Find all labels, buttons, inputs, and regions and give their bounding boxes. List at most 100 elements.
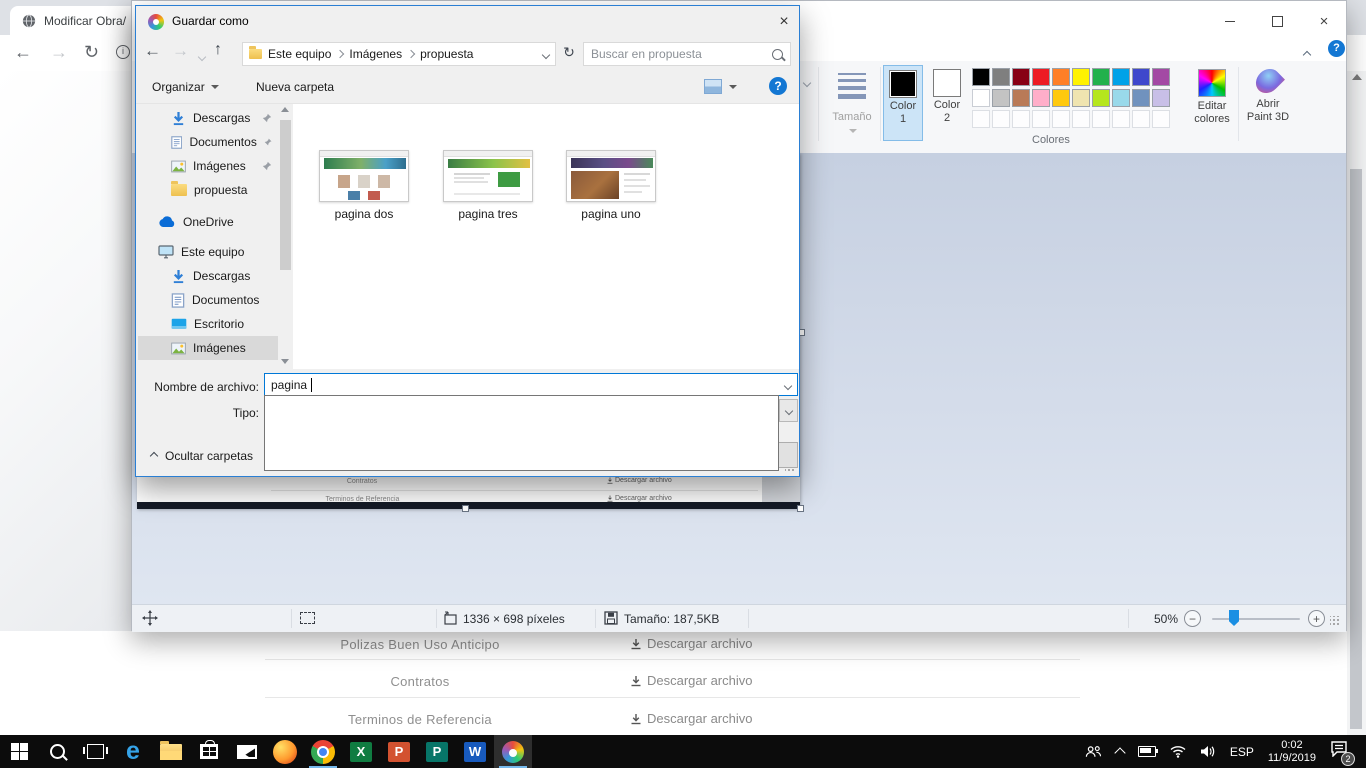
- palette-swatch[interactable]: [1092, 68, 1110, 86]
- task-view-button[interactable]: [76, 735, 114, 768]
- palette-swatch[interactable]: [1052, 68, 1070, 86]
- sidebar-item-descargas[interactable]: Descargas: [138, 106, 278, 130]
- breadcrumb[interactable]: Este equipo Imágenes propuesta: [242, 42, 556, 66]
- show-hidden-icons-chevron[interactable]: [1114, 747, 1125, 758]
- filetype-dropdown-button[interactable]: [779, 399, 798, 422]
- color1-button[interactable]: Color1: [883, 65, 923, 141]
- palette-swatch[interactable]: [972, 89, 990, 107]
- palette-swatch[interactable]: [1092, 89, 1110, 107]
- taskbar-search-button[interactable]: [38, 735, 76, 768]
- sidebar-item-imagenes-2[interactable]: Imágenes: [138, 336, 278, 360]
- file-tile-pagina-dos[interactable]: pagina dos: [311, 150, 417, 221]
- sidebar-item-onedrive[interactable]: OneDrive: [138, 210, 278, 234]
- sidebar-item-documentos-2[interactable]: Documentos: [138, 288, 278, 312]
- palette-swatch[interactable]: [1152, 89, 1170, 107]
- sidebar-item-propuesta[interactable]: propuesta: [138, 178, 278, 202]
- organize-menu-button[interactable]: Organizar: [152, 80, 219, 94]
- maximize-button[interactable]: [1261, 10, 1293, 32]
- palette-swatch[interactable]: [1052, 89, 1070, 107]
- volume-icon[interactable]: [1200, 745, 1216, 758]
- palette-empty-slot[interactable]: [972, 110, 990, 128]
- scrollbar-up-arrow[interactable]: [281, 107, 289, 112]
- up-one-level-button[interactable]: ↑: [214, 41, 222, 59]
- filename-suggestions-dropdown[interactable]: [264, 395, 779, 471]
- zoom-slider-thumb[interactable]: [1229, 610, 1239, 626]
- palette-swatch[interactable]: [1132, 68, 1150, 86]
- open-paint3d-button[interactable]: AbrirPaint 3D: [1242, 65, 1294, 143]
- edit-colors-button[interactable]: Editarcolores: [1188, 65, 1236, 143]
- paint-help-icon[interactable]: ?: [1328, 40, 1345, 57]
- taskbar-paint[interactable]: [494, 735, 532, 768]
- dialog-forward-button[interactable]: →: [172, 41, 189, 61]
- browser-scrollbar-track[interactable]: [1347, 71, 1366, 735]
- start-button[interactable]: [0, 735, 38, 768]
- palette-empty-slot[interactable]: [1052, 110, 1070, 128]
- new-folder-button[interactable]: Nueva carpeta: [256, 80, 334, 94]
- color2-button[interactable]: Color2: [927, 65, 967, 141]
- wifi-icon[interactable]: [1170, 745, 1186, 758]
- palette-swatch[interactable]: [1072, 68, 1090, 86]
- canvas-resize-handle-corner[interactable]: [797, 505, 804, 512]
- breadcrumb-current[interactable]: propuesta: [420, 47, 473, 61]
- palette-empty-slot[interactable]: [992, 110, 1010, 128]
- download-link[interactable]: Descargar archivo: [630, 636, 753, 651]
- download-link[interactable]: Descargar archivo: [630, 673, 753, 688]
- browser-forward-button[interactable]: →: [50, 42, 68, 63]
- refresh-button[interactable]: ↻: [560, 44, 578, 64]
- scrollbar-thumb[interactable]: [280, 120, 291, 270]
- palette-swatch[interactable]: [992, 68, 1010, 86]
- size-button[interactable]: Tamaño: [826, 67, 878, 147]
- window-resize-grip[interactable]: [1330, 616, 1340, 626]
- taskbar-firefox[interactable]: [266, 735, 304, 768]
- sidebar-item-descargas-2[interactable]: Descargas: [138, 264, 278, 288]
- palette-swatch[interactable]: [1112, 68, 1130, 86]
- taskbar-excel[interactable]: X: [342, 735, 380, 768]
- taskbar-chrome[interactable]: [304, 735, 342, 768]
- battery-icon[interactable]: [1138, 746, 1156, 757]
- file-tile-pagina-uno[interactable]: pagina uno: [558, 150, 664, 221]
- palette-swatch[interactable]: [972, 68, 990, 86]
- taskbar-publisher[interactable]: P: [418, 735, 456, 768]
- browser-scrollbar-thumb[interactable]: [1350, 169, 1362, 729]
- palette-empty-slot[interactable]: [1152, 110, 1170, 128]
- palette-swatch[interactable]: [1152, 68, 1170, 86]
- page-info-icon[interactable]: i: [116, 45, 130, 59]
- file-tile-pagina-tres[interactable]: pagina tres: [435, 150, 541, 221]
- sidebar-scrollbar[interactable]: [278, 104, 293, 367]
- sidebar-item-este-equipo[interactable]: Este equipo: [138, 240, 278, 264]
- breadcrumb-folder[interactable]: Imágenes: [349, 47, 402, 61]
- filename-dropdown-arrow[interactable]: [785, 378, 791, 392]
- minimize-button[interactable]: [1214, 10, 1246, 32]
- palette-empty-slot[interactable]: [1112, 110, 1130, 128]
- keyboard-language[interactable]: ESP: [1230, 745, 1254, 759]
- palette-swatch[interactable]: [1112, 89, 1130, 107]
- scrollbar-down-arrow[interactable]: [281, 359, 289, 364]
- filename-input[interactable]: pagina: [264, 373, 798, 396]
- change-view-button[interactable]: [704, 79, 737, 94]
- scrollbar-up-arrow[interactable]: [1352, 74, 1362, 80]
- zoom-in-button[interactable]: +: [1308, 610, 1325, 627]
- help-icon[interactable]: ?: [769, 77, 787, 95]
- dialog-close-button[interactable]: ×: [773, 11, 795, 33]
- sidebar-item-escritorio[interactable]: Escritorio: [138, 312, 278, 336]
- palette-swatch[interactable]: [1032, 89, 1050, 107]
- taskbar-store[interactable]: [190, 735, 228, 768]
- taskbar-file-explorer[interactable]: [152, 735, 190, 768]
- people-icon[interactable]: [1085, 745, 1102, 759]
- dialog-back-button[interactable]: ←: [144, 41, 161, 61]
- canvas-resize-handle-bottom[interactable]: [462, 505, 469, 512]
- breadcrumb-dropdown-arrow[interactable]: [543, 47, 549, 61]
- download-link[interactable]: Descargar archivo: [630, 711, 753, 726]
- action-center-button[interactable]: 2: [1330, 741, 1348, 762]
- breadcrumb-root[interactable]: Este equipo: [268, 47, 331, 61]
- palette-swatch[interactable]: [1032, 68, 1050, 86]
- palette-swatch[interactable]: [1012, 89, 1030, 107]
- palette-swatch[interactable]: [1072, 89, 1090, 107]
- sidebar-item-imagenes[interactable]: Imágenes: [138, 154, 278, 178]
- taskbar-powerpoint[interactable]: P: [380, 735, 418, 768]
- palette-empty-slot[interactable]: [1092, 110, 1110, 128]
- palette-empty-slot[interactable]: [1032, 110, 1050, 128]
- palette-empty-slot[interactable]: [1012, 110, 1030, 128]
- ribbon-dropdown-arrow[interactable]: [804, 73, 810, 91]
- hide-folders-button[interactable]: Ocultar carpetas: [151, 449, 253, 463]
